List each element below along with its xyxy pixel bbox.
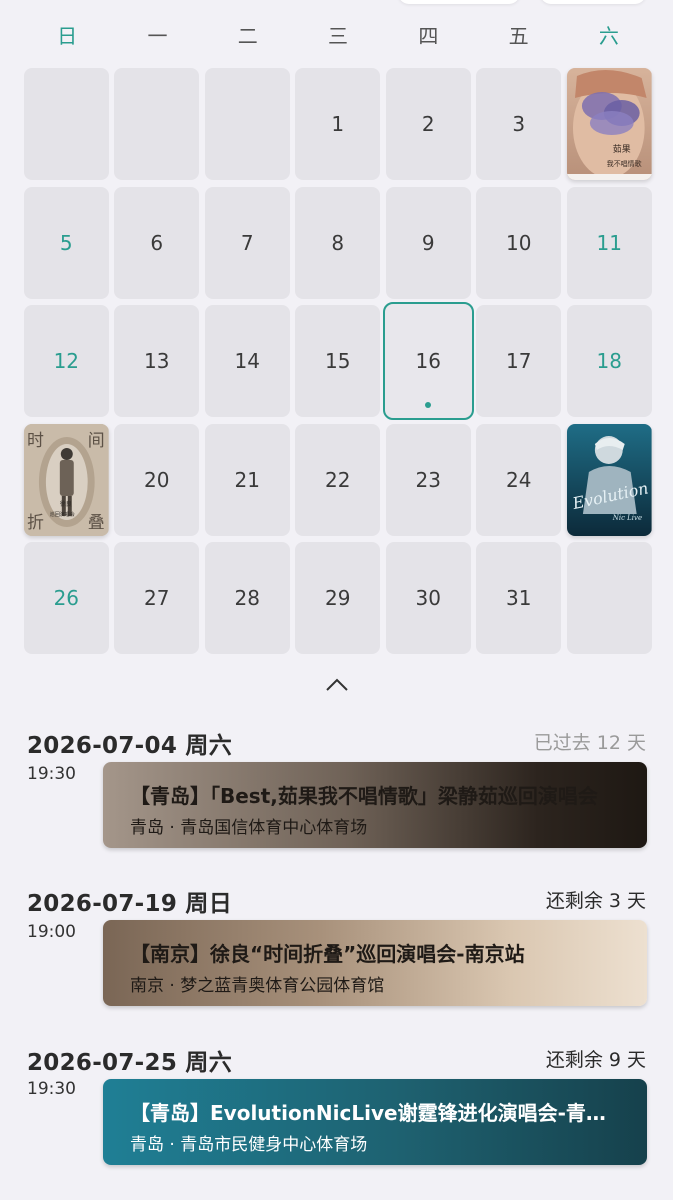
- event-poster-image: Evolution Nic Live: [566, 423, 652, 536]
- calendar-day[interactable]: 13: [114, 305, 200, 417]
- calendar-day[interactable]: 10: [476, 186, 562, 299]
- weekday-label: 三: [328, 24, 349, 48]
- top-tab-pill[interactable]: [540, 0, 646, 4]
- calendar-day-poster-25[interactable]: Evolution Nic Live: [566, 423, 652, 536]
- calendar-grid: 1 2 3 茹果 我不唱情歌 5 6 7 8 9 10 11 12 13 14 …: [24, 68, 652, 654]
- today-day-number: 16: [415, 349, 441, 373]
- calendar-day-today[interactable]: 16: [382, 302, 474, 420]
- weekday-label: 五: [508, 24, 529, 48]
- top-tab-pill[interactable]: [398, 0, 520, 4]
- event-title: 【青岛】「Best,茹果我不唱情歌」梁静茹巡回演唱会: [130, 784, 598, 808]
- calendar-day-empty: [566, 542, 652, 654]
- event-status-label: 已过去 12 天: [533, 732, 646, 754]
- event-poster-image: 茹果 我不唱情歌: [566, 68, 652, 180]
- event-card[interactable]: 【青岛】EvolutionNicLive谢霆锋进化演唱会-青岛站 青岛 · 青岛…: [103, 1079, 647, 1165]
- calendar-day-poster-4[interactable]: 茹果 我不唱情歌: [566, 68, 652, 180]
- event-venue: 青岛 · 青岛市民健身中心体育场: [130, 1135, 368, 1155]
- calendar-day[interactable]: 3: [476, 68, 562, 180]
- calendar-day-empty: [114, 68, 200, 180]
- event-title: 【青岛】EvolutionNicLive谢霆锋进化演唱会-青岛站: [130, 1101, 610, 1125]
- event-card[interactable]: 【青岛】「Best,茹果我不唱情歌」梁静茹巡回演唱会 青岛 · 青岛国信体育中心…: [103, 762, 647, 848]
- calendar-day[interactable]: 17: [476, 305, 562, 417]
- event-title: 【南京】徐良“时间折叠”巡回演唱会-南京站: [130, 942, 525, 966]
- event-date-heading: 2026-07-19 周日: [27, 891, 233, 917]
- poster-text: 巡回演唱会: [50, 510, 75, 517]
- poster-text: 时: [27, 429, 44, 449]
- calendar-day[interactable]: 23: [385, 423, 471, 536]
- event-date-heading: 2026-07-25 周六: [27, 1050, 233, 1076]
- event-time: 19:30: [27, 764, 76, 784]
- weekday-label: 四: [418, 24, 439, 48]
- calendar-day[interactable]: 2: [385, 68, 471, 180]
- calendar-day[interactable]: 8: [295, 186, 381, 299]
- calendar-day[interactable]: 29: [295, 542, 381, 654]
- calendar-day[interactable]: 5: [24, 186, 109, 299]
- calendar-day[interactable]: 20: [114, 423, 200, 536]
- event-card[interactable]: 【南京】徐良“时间折叠”巡回演唱会-南京站 南京 · 梦之蓝青奥体育公园体育馆: [103, 920, 647, 1006]
- event-date-heading: 2026-07-04 周六: [27, 733, 233, 759]
- calendar-day[interactable]: 26: [24, 542, 109, 654]
- calendar-day[interactable]: 15: [295, 305, 381, 417]
- calendar-day[interactable]: 31: [476, 542, 562, 654]
- event-venue: 青岛 · 青岛国信体育中心体育场: [130, 818, 368, 838]
- poster-text: 叠: [88, 511, 105, 531]
- event-venue: 南京 · 梦之蓝青奥体育公园体育馆: [130, 976, 385, 996]
- calendar-day-poster-19[interactable]: 时 间 折 叠 徐良 巡回演唱会: [24, 423, 109, 536]
- chevron-up-icon[interactable]: [322, 674, 352, 696]
- calendar-day[interactable]: 18: [566, 305, 652, 417]
- poster-text: 折: [27, 511, 44, 531]
- calendar-day[interactable]: 6: [114, 186, 200, 299]
- poster-text: 茹果: [613, 143, 631, 155]
- calendar-day[interactable]: 22: [295, 423, 381, 536]
- calendar-day[interactable]: 7: [204, 186, 290, 299]
- event-time: 19:00: [27, 922, 76, 942]
- calendar-day[interactable]: 9: [385, 186, 471, 299]
- event-poster-image: 时 间 折 叠 徐良 巡回演唱会: [24, 423, 109, 536]
- calendar-day[interactable]: 11: [566, 186, 652, 299]
- poster-text: 间: [88, 429, 105, 449]
- weekday-label: 日: [57, 24, 78, 48]
- poster-text: 我不唱情歌: [607, 159, 642, 168]
- calendar-day[interactable]: 24: [476, 423, 562, 536]
- calendar-day[interactable]: 28: [204, 542, 290, 654]
- calendar-day[interactable]: 14: [204, 305, 290, 417]
- event-time: 19:30: [27, 1079, 76, 1099]
- event-status-label: 还剩余 3 天: [545, 890, 646, 912]
- weekday-label: 二: [237, 24, 258, 48]
- calendar-day[interactable]: 30: [385, 542, 471, 654]
- today-indicator-dot: [425, 402, 432, 408]
- calendar-day[interactable]: 12: [24, 305, 109, 417]
- calendar-day-empty: [204, 68, 290, 180]
- calendar-day[interactable]: 27: [114, 542, 200, 654]
- poster-text: Nic Live: [612, 513, 642, 521]
- calendar-day[interactable]: 1: [295, 68, 381, 180]
- calendar-day[interactable]: 21: [204, 423, 290, 536]
- weekday-header: 日 一 二 三 四 五 六: [22, 20, 652, 52]
- event-status-label: 还剩余 9 天: [545, 1049, 646, 1071]
- poster-text: 徐良: [60, 499, 72, 507]
- weekday-label: 六: [598, 24, 619, 48]
- weekday-label: 一: [147, 24, 168, 48]
- calendar-day-empty: [24, 68, 109, 180]
